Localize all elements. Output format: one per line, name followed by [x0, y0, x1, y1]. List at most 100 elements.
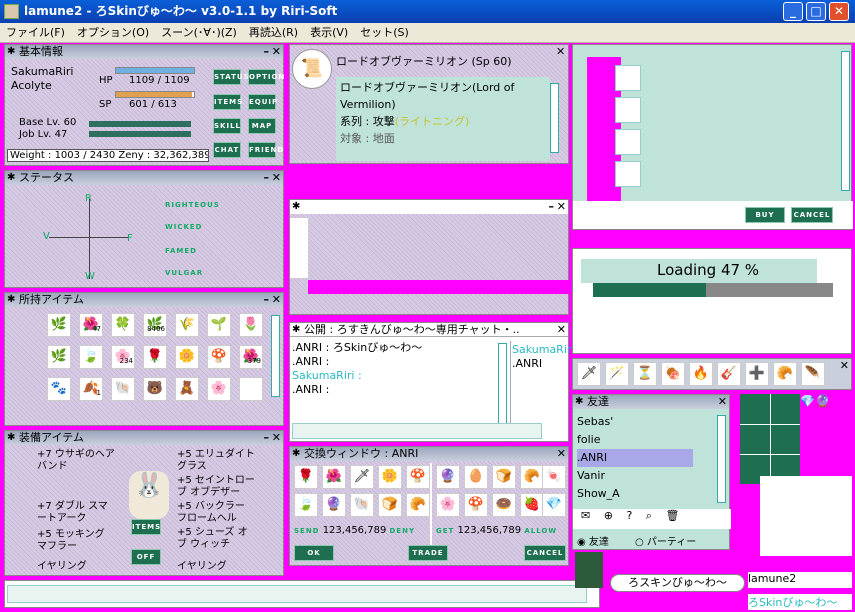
- trade-slot[interactable]: 💎: [542, 493, 566, 517]
- gear-icon[interactable]: ✱: [292, 323, 300, 336]
- trade-slot[interactable]: 🌼: [378, 465, 402, 489]
- trade-slot[interactable]: 🍃: [294, 493, 318, 517]
- hotbar-slot[interactable]: 🪄: [605, 362, 629, 386]
- trade-trade-button[interactable]: TRADE: [408, 545, 448, 561]
- equip-shield[interactable]: +5 バックラー フロームヘル: [177, 501, 257, 525]
- trade-slot[interactable]: 🔮: [322, 493, 346, 517]
- equip-garment[interactable]: +5 モッキング マフラー: [37, 529, 117, 553]
- gear-icon[interactable]: ✱: [292, 200, 300, 214]
- trade-slot[interactable]: 🍞: [492, 465, 516, 489]
- friend-item[interactable]: folie: [577, 431, 693, 449]
- item-slot[interactable]: 🐻: [143, 377, 167, 401]
- trade-slot[interactable]: 🌸: [436, 493, 460, 517]
- trade-slot[interactable]: 🌺: [322, 465, 346, 489]
- close-icon[interactable]: ✕: [272, 171, 281, 185]
- minimize-icon[interactable]: –: [264, 293, 270, 307]
- close-icon[interactable]: ✕: [718, 395, 727, 409]
- minimize-icon[interactable]: –: [264, 171, 270, 185]
- trade-slot[interactable]: 🥐: [520, 465, 544, 489]
- party-icon[interactable]: ⊕: [604, 509, 613, 522]
- hotbar-slot[interactable]: ⏳: [633, 362, 657, 386]
- party-radio[interactable]: ○ パーティー: [635, 533, 696, 548]
- friend-item[interactable]: Sebas': [577, 413, 693, 431]
- gear-icon[interactable]: ✱: [7, 45, 15, 59]
- friend-item[interactable]: Vanir: [577, 467, 693, 485]
- item-slot[interactable]: 🌷: [239, 313, 263, 337]
- item-slot[interactable]: [239, 377, 263, 401]
- map-button[interactable]: MAP: [248, 118, 276, 134]
- trade-slot[interactable]: 🍩: [492, 493, 516, 517]
- item-slot[interactable]: 🌺 379: [239, 345, 263, 369]
- shop-slot[interactable]: [615, 97, 641, 123]
- item-slot[interactable]: 🌱: [207, 313, 231, 337]
- close-button[interactable]: ✕: [829, 2, 849, 21]
- item-slot[interactable]: 🐚: [111, 377, 135, 401]
- equip-weapon[interactable]: +7 ダブル スマートアーク: [37, 501, 117, 525]
- shop-cancel-button[interactable]: CANCEL: [791, 207, 833, 223]
- chat-input[interactable]: [292, 423, 542, 439]
- hotbar-slot[interactable]: ➕: [745, 362, 769, 386]
- menu-view[interactable]: 表示(V): [304, 23, 354, 43]
- minimize-icon[interactable]: –: [264, 45, 270, 59]
- trade-slot[interactable]: 🗡: [350, 465, 374, 489]
- equip-items-button[interactable]: ITEMS: [131, 519, 161, 535]
- status-button[interactable]: STATUS: [213, 69, 249, 85]
- trade-slot[interactable]: 🐚: [350, 493, 374, 517]
- equip-shoes[interactable]: +5 シューズ オブ ウィッチ: [177, 527, 257, 551]
- search-icon[interactable]: ⌕: [646, 509, 652, 522]
- close-icon[interactable]: ✕: [272, 45, 281, 59]
- member-item[interactable]: .ANRI: [512, 357, 574, 371]
- gear-icon[interactable]: ✱: [7, 171, 15, 185]
- item-slot[interactable]: 🍀: [111, 313, 135, 337]
- shop-slot[interactable]: [615, 161, 641, 187]
- item-slot[interactable]: 🌸 234: [111, 345, 135, 369]
- equip-acc-left[interactable]: イヤリング: [37, 557, 117, 572]
- close-icon[interactable]: ✕: [272, 431, 281, 445]
- gear-icon[interactable]: ✱: [292, 447, 300, 461]
- item-slot[interactable]: 🌿 8406: [143, 313, 167, 337]
- item-slot[interactable]: 🌿: [47, 345, 71, 369]
- equip-head[interactable]: +7 ウサギのヘアバンド: [37, 449, 117, 473]
- trash-icon[interactable]: 🗑: [665, 509, 679, 522]
- hotbar-slot[interactable]: 🥐: [773, 362, 797, 386]
- friend-item[interactable]: Show_A: [577, 485, 693, 503]
- item-slot[interactable]: 🍃: [79, 345, 103, 369]
- friend-item[interactable]: .ANRI: [577, 449, 693, 467]
- menu-option[interactable]: オプション(O): [71, 23, 155, 43]
- close-icon[interactable]: ✕: [557, 200, 566, 214]
- trade-cancel-button[interactable]: CANCEL: [524, 545, 566, 561]
- help-icon[interactable]: ?: [626, 509, 632, 522]
- trade-slot[interactable]: 🍄: [464, 493, 488, 517]
- item-slot[interactable]: 🌿: [47, 313, 71, 337]
- close-icon[interactable]: ✕: [557, 447, 566, 461]
- item-slot[interactable]: 🌹: [143, 345, 167, 369]
- buy-button[interactable]: BUY: [745, 207, 785, 223]
- gear-icon[interactable]: ✱: [575, 395, 583, 409]
- shop-slot[interactable]: [615, 65, 641, 91]
- trade-slot[interactable]: 🥐: [406, 493, 430, 517]
- chat-button[interactable]: CHAT: [213, 142, 241, 158]
- friends-radio[interactable]: ◉ 友達: [577, 533, 609, 548]
- equip-acc-right[interactable]: イヤリング: [177, 557, 257, 572]
- command-input[interactable]: [7, 585, 587, 603]
- close-icon[interactable]: ✕: [557, 323, 566, 336]
- hotbar-slot[interactable]: 🔥: [689, 362, 713, 386]
- items-scrollbar[interactable]: [271, 315, 280, 397]
- friends-scrollbar[interactable]: [717, 415, 726, 503]
- trade-slot[interactable]: 🌹: [294, 465, 318, 489]
- friend-button[interactable]: FRIEND: [248, 142, 283, 158]
- member-item[interactable]: SakumaRiri: [512, 343, 574, 357]
- chat-scrollbar[interactable]: [498, 343, 507, 431]
- hotbar-slot[interactable]: 🪶: [801, 362, 825, 386]
- trade-slot[interactable]: 🥚: [464, 465, 488, 489]
- item-slot[interactable]: 🌺 47: [79, 313, 103, 337]
- minimize-button[interactable]: _: [783, 2, 803, 21]
- menu-file[interactable]: ファイル(F): [0, 23, 71, 43]
- close-icon[interactable]: ✕: [272, 293, 281, 307]
- trade-slot[interactable]: 🔮: [436, 465, 460, 489]
- equip-mid[interactable]: +5 エリュダイトグラス: [177, 449, 257, 473]
- equip-button[interactable]: EQUIP: [248, 94, 277, 110]
- menu-soon[interactable]: スーン(･∀･)(Z): [155, 23, 243, 43]
- hotbar-slot[interactable]: 🎸: [717, 362, 741, 386]
- item-slot[interactable]: 🌸: [207, 377, 231, 401]
